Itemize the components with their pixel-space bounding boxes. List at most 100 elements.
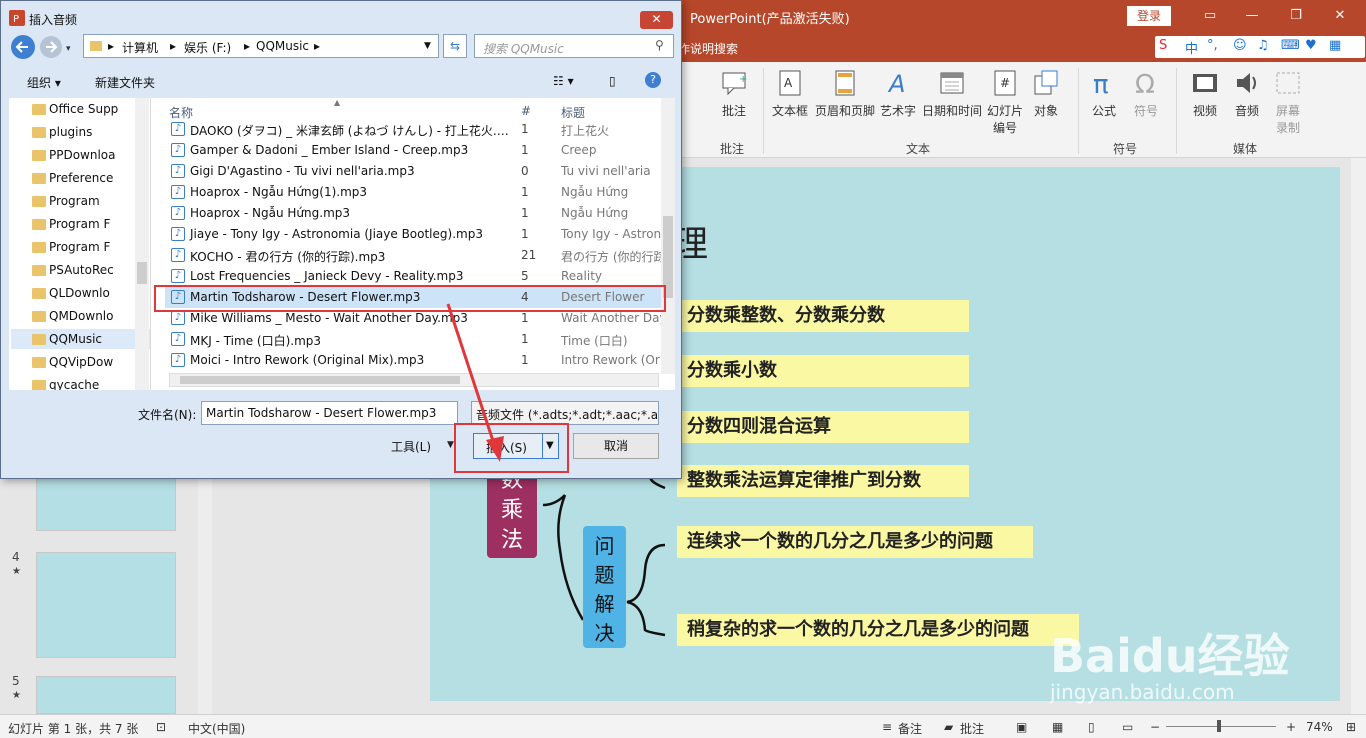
comment-button[interactable]: + 批注 bbox=[716, 68, 752, 119]
tree-item[interactable]: PSAutoRec bbox=[32, 263, 114, 277]
file-row[interactable]: ♪ DAOKO (ダヲコ) _ 米津玄師 (よねづ けんし) - 打上花火.… 1 打… bbox=[165, 119, 665, 140]
tell-me-search[interactable]: 作说明搜索 bbox=[678, 40, 738, 57]
wordart-button[interactable]: A 艺术字 bbox=[878, 68, 918, 119]
header-footer-button[interactable]: 页眉和页脚 bbox=[813, 68, 877, 119]
search-placeholder: 搜索 QQMusic bbox=[483, 42, 564, 56]
tools-grid-icon[interactable]: ▦ bbox=[1329, 38, 1341, 53]
zoom-slider-thumb[interactable] bbox=[1217, 720, 1221, 732]
file-row[interactable]: ♪ MKJ - Time (口白).mp3 1 Time (口白) bbox=[165, 329, 665, 350]
baidu-watermark: Baidu经验 jingyan.baidu.com bbox=[1050, 629, 1290, 704]
column-header-number[interactable]: # bbox=[521, 104, 531, 118]
animation-star-icon: ★ bbox=[12, 690, 21, 701]
video-button[interactable]: 视频 bbox=[1187, 68, 1223, 119]
comments-button[interactable]: 批注 bbox=[960, 720, 984, 737]
preview-pane-icon[interactable]: ▯ bbox=[609, 74, 616, 88]
tree-item[interactable]: plugins bbox=[32, 125, 92, 139]
group-separator bbox=[1078, 68, 1079, 154]
slideshow-icon[interactable]: ▭ bbox=[1122, 720, 1133, 734]
svg-text:π: π bbox=[1093, 70, 1109, 98]
emoji-icon[interactable]: ☺ bbox=[1233, 38, 1247, 53]
slide-thumbnail-5[interactable] bbox=[36, 676, 176, 714]
ribbon-display-icon[interactable]: ▭ bbox=[1196, 6, 1224, 26]
file-list-hscrollbar[interactable] bbox=[169, 373, 659, 387]
tree-item[interactable]: Program F bbox=[32, 240, 110, 254]
file-row[interactable]: ♪ Gigi D'Agastino - Tu vivi nell'aria.mp3… bbox=[165, 161, 665, 182]
slide-thumbnail-4[interactable] bbox=[36, 552, 176, 658]
microphone-icon[interactable]: ♫ bbox=[1257, 38, 1269, 53]
object-button[interactable]: 对象 bbox=[1028, 68, 1064, 119]
tree-item[interactable]: Office Supp bbox=[32, 102, 118, 116]
filename-input[interactable]: Martin Todsharow - Desert Flower.mp3 bbox=[201, 401, 458, 425]
reading-view-icon[interactable]: ▯ bbox=[1088, 720, 1095, 734]
login-button[interactable]: 登录 bbox=[1127, 6, 1171, 26]
equation-button[interactable]: π 公式 bbox=[1086, 68, 1122, 119]
breadcrumb-drive[interactable]: 娱乐 (F:) bbox=[184, 39, 231, 56]
symbol-button[interactable]: Ω 符号 bbox=[1128, 68, 1164, 119]
search-icon[interactable]: ⚲ bbox=[655, 38, 664, 52]
view-options-icon[interactable]: ☷ ▾ bbox=[553, 74, 574, 88]
sogou-icon: S bbox=[1159, 38, 1168, 53]
tree-item[interactable]: Program F bbox=[32, 217, 110, 231]
zoom-level[interactable]: 74% bbox=[1306, 720, 1333, 734]
ime-punct-mode[interactable]: °, bbox=[1207, 38, 1218, 53]
tree-item[interactable]: QLDownlo bbox=[32, 286, 110, 300]
hscroll-thumb[interactable] bbox=[180, 376, 460, 384]
zoom-out-icon[interactable]: − bbox=[1150, 720, 1160, 734]
file-row[interactable]: ♪ Hoaprox - Ngẫu Hứng(1).mp3 1 Ngẫu Hứng bbox=[165, 182, 665, 203]
tree-item[interactable]: Preference bbox=[32, 171, 113, 185]
file-row[interactable]: ♪ Lost Frequencies _ Janieck Devy - Reali… bbox=[165, 266, 665, 287]
skin-icon[interactable]: ♥ bbox=[1305, 38, 1317, 53]
search-box[interactable]: 搜索 QQMusic ⚲ bbox=[474, 34, 674, 58]
refresh-icon[interactable]: ⇆ bbox=[443, 34, 467, 58]
comment-icon: + bbox=[722, 72, 747, 96]
tree-item[interactable]: qycache bbox=[32, 378, 99, 390]
slide-scrollbar[interactable] bbox=[1351, 158, 1366, 714]
tree-item[interactable]: Program bbox=[32, 194, 100, 208]
dialog-title: 插入音频 bbox=[29, 13, 78, 27]
help-icon[interactable]: ? bbox=[645, 72, 661, 88]
restore-icon[interactable]: ❐ bbox=[1282, 6, 1310, 26]
tree-scrollbar[interactable] bbox=[135, 98, 149, 390]
datetime-button[interactable]: 日期和时间 bbox=[920, 68, 984, 119]
minimize-icon[interactable]: — bbox=[1238, 6, 1266, 26]
close-window-icon[interactable]: ✕ bbox=[1326, 6, 1354, 26]
file-row[interactable]: ♪ Gamper & Dadoni _ Ember Island - Creep.… bbox=[165, 140, 665, 161]
slide-thumbnail-3[interactable] bbox=[36, 478, 176, 531]
cancel-button[interactable]: 取消 bbox=[573, 433, 659, 459]
pi-icon: π bbox=[1093, 70, 1109, 98]
tools-dropdown[interactable]: 工具(L) bbox=[391, 438, 431, 455]
file-row[interactable]: ♪ KOCHO - 君の行方 (你的行踪).mp3 21 君の行方 (你的行踪 bbox=[165, 245, 666, 266]
file-row[interactable]: ♪ Jiaye - Tony Igy - Astronomia (Jiaye Bo… bbox=[165, 224, 665, 245]
fit-slide-icon[interactable]: ⊞ bbox=[1346, 720, 1356, 734]
breadcrumb-folder[interactable]: QQMusic bbox=[256, 39, 309, 53]
tree-item-selected[interactable]: QQMusic bbox=[32, 332, 102, 346]
textbox-button[interactable]: A 文本框 bbox=[770, 68, 810, 119]
screen-record-button[interactable]: 屏幕 录制 bbox=[1270, 68, 1306, 136]
address-dropdown-icon[interactable]: ▼ bbox=[424, 41, 431, 51]
tree-item[interactable]: PPDownloa bbox=[32, 148, 116, 162]
tree-scrollbar-thumb[interactable] bbox=[137, 262, 147, 284]
sorter-view-icon[interactable]: ▦ bbox=[1052, 720, 1063, 734]
file-row[interactable]: ♪ Moici - Intro Rework (Original Mix).mp3… bbox=[165, 350, 665, 371]
keyboard-icon[interactable]: ⌨ bbox=[1281, 38, 1300, 53]
ime-chinese-mode[interactable]: 中 bbox=[1185, 38, 1198, 57]
dialog-close-button[interactable]: ✕ bbox=[640, 11, 673, 29]
spellcheck-icon[interactable]: ⊡ bbox=[156, 720, 166, 734]
file-row[interactable]: ♪ Hoaprox - Ngẫu Hứng.mp3 1 Ngẫu Hứng bbox=[165, 203, 665, 224]
language-indicator[interactable]: 中文(中国) bbox=[188, 720, 245, 737]
address-bar[interactable]: ▸ 计算机 ▸ 娱乐 (F:) ▸ QQMusic ▸ ▼ bbox=[83, 34, 439, 58]
tree-item[interactable]: QMDownlo bbox=[32, 309, 113, 323]
zoom-slider[interactable] bbox=[1166, 726, 1276, 727]
breadcrumb-computer[interactable]: 计算机 bbox=[122, 39, 158, 56]
audio-file-icon: ♪ bbox=[171, 164, 185, 178]
audio-button[interactable]: 音频 bbox=[1229, 68, 1265, 119]
tree-item[interactable]: QQVipDow bbox=[32, 355, 113, 369]
slide-number-button[interactable]: # 幻灯片 编号 bbox=[985, 68, 1025, 136]
svg-text:A: A bbox=[784, 76, 793, 90]
normal-view-icon[interactable]: ▣ bbox=[1016, 720, 1027, 734]
new-folder-button[interactable]: 新建文件夹 bbox=[95, 74, 155, 91]
zoom-in-icon[interactable]: + bbox=[1286, 720, 1296, 734]
organize-button[interactable]: 组织 ▾ bbox=[27, 74, 61, 91]
notes-button[interactable]: 备注 bbox=[898, 720, 922, 737]
ime-toolbar[interactable]: S 中 °, ☺ ♫ ⌨ ♥ ▦ bbox=[1155, 36, 1365, 58]
